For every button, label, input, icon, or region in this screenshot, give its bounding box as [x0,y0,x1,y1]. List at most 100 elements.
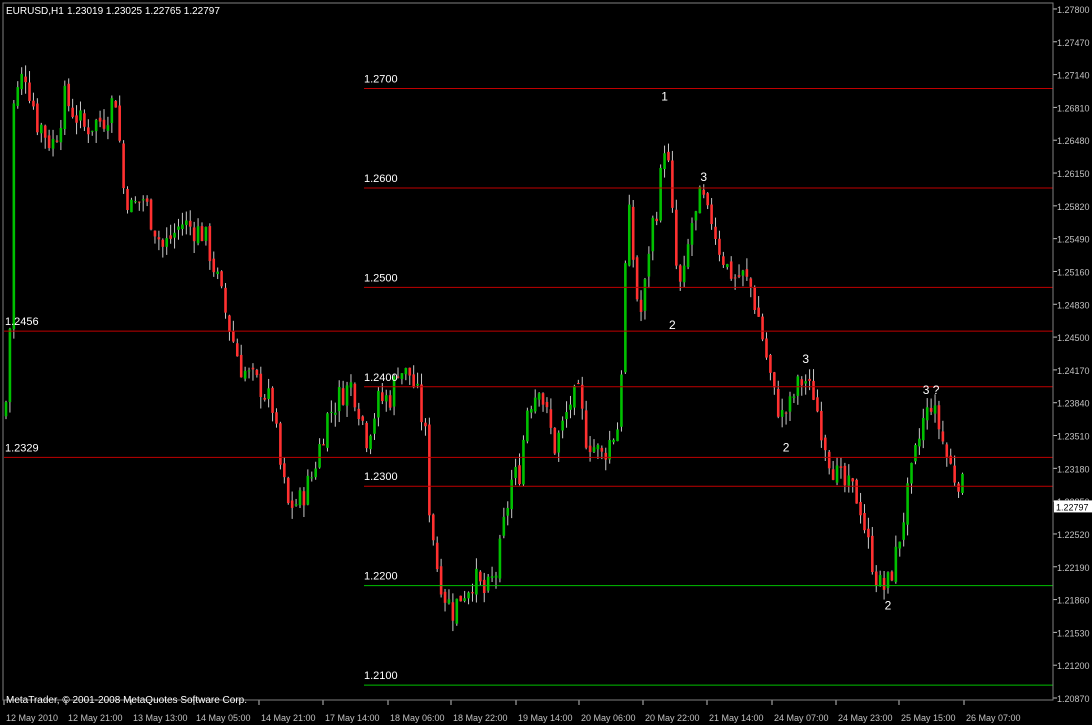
candle-body [635,257,639,300]
candle-body [933,405,937,414]
candle-body [330,411,333,413]
candle-body [553,427,557,454]
level-label: 1.2700 [364,74,398,86]
y-tick-label: 1.21530 [1057,628,1090,638]
candle-body [306,475,310,505]
candle-body [847,475,851,486]
y-tick-label: 1.26480 [1057,136,1090,146]
candle-body [4,402,8,417]
y-tick-label: 1.24500 [1057,333,1090,343]
candle-body [714,226,717,240]
x-tick-label: 12 May 21:00 [68,713,123,723]
candle-body [514,466,517,479]
candle-body [808,378,811,381]
candle-body [608,439,611,460]
candle-body [671,160,674,208]
candle-body [357,408,361,420]
candle-body [745,269,749,277]
plot-frame [2,2,1054,701]
candle-body [545,401,549,408]
candle-body [361,416,365,421]
candle-body [404,368,408,375]
candle-body [247,370,251,372]
candle-body [126,188,129,211]
candle-body [349,382,353,388]
y-tick-label: 1.27800 [1057,5,1090,15]
x-tick-label: 26 May 07:00 [966,713,1021,723]
candle-body [898,541,902,549]
candle-body [463,598,466,601]
candle-body [192,227,196,242]
candle-body [87,127,90,135]
candle-body [788,396,792,412]
candle-body [526,410,529,442]
candle-body [102,119,106,129]
x-tick-label: 18 May 22:00 [453,713,508,723]
candle-body [506,507,510,516]
candle-body [110,98,114,124]
candle-body [204,226,208,241]
candle-body [412,374,415,388]
candle-body [263,397,267,400]
candle-body [722,256,725,265]
candle-body [725,264,729,268]
candle-body [769,355,772,373]
candle-body [561,420,564,431]
y-tick-label: 1.27140 [1057,71,1090,81]
candle-body [549,409,553,428]
x-tick-label: 20 May 22:00 [645,713,700,723]
candle-body [153,230,157,237]
level-label: 1.2329 [5,442,39,454]
wave-label: 3 [700,170,707,184]
candle-body [580,384,584,409]
candle-body [71,107,74,117]
candle-body [729,261,733,279]
candle-body [627,204,631,266]
candle-body [859,501,862,516]
candle-body [675,209,678,266]
candle-body [541,393,545,405]
candle-body [522,439,525,485]
candle-body [921,417,925,441]
candle-body [663,153,666,170]
candle-body [185,220,188,226]
candle-body [271,387,274,413]
candle-body [106,125,110,131]
candle-body [467,592,470,599]
candle-body [706,193,709,206]
candle-body [165,238,169,247]
candle-body [310,477,314,479]
candle-body [188,220,192,227]
candle-body [616,429,619,442]
copyright-label: MetaTrader, © 2001-2008 MetaQuotes Softw… [6,695,247,706]
candle-body [925,407,929,421]
candle-body [377,390,380,418]
candle-body [765,338,768,358]
current-price-label: 1.22797 [1056,502,1089,512]
candle-body [400,373,404,379]
level-label: 1.2400 [364,372,398,384]
candle-body [823,437,827,451]
candle-body [592,447,596,452]
candle-body [161,239,165,247]
candle-body [39,124,43,134]
chart-window[interactable]: 1.2700 1.2600 1.2500 1.2456 1.2400 1.2329 1.23… [0,0,1092,725]
y-tick-label: 1.25160 [1057,267,1090,277]
y-tick-label: 1.26810 [1057,103,1090,113]
x-tick-label: 24 May 23:00 [838,713,893,723]
candle-body [220,271,223,287]
candle-body [28,82,31,101]
candle-body [479,571,482,582]
candle-body [228,315,231,332]
wave-label: 1 [661,89,668,103]
candle-body [682,265,686,283]
wave-label: 3 [802,352,809,366]
x-tick-label: 18 May 06:00 [390,713,445,723]
candle-body [686,244,690,268]
candle-body [283,463,286,478]
price-chart[interactable]: 1.2700 1.2600 1.2500 1.2456 1.2400 1.2329 1.23… [0,0,1092,725]
candle-body [494,575,498,578]
candle-body [565,412,568,420]
candle-body [341,388,345,405]
level-label: 1.2600 [364,173,398,185]
